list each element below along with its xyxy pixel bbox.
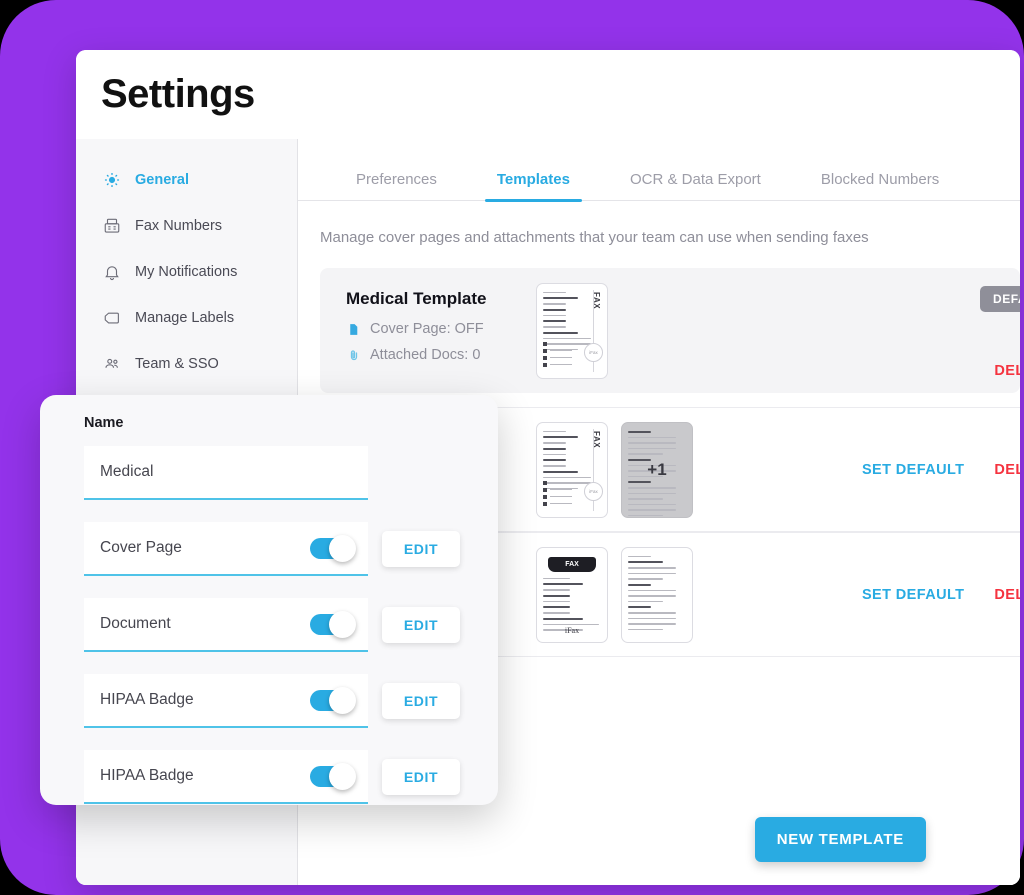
- fax-badge: FAX: [548, 556, 596, 572]
- hipaa-badge-label: HIPAA Badge: [100, 767, 194, 784]
- template-thumbnails: FAX iFax: [536, 421, 693, 518]
- hipaa-badge-row-1: HIPAA Badge EDIT: [84, 674, 498, 728]
- tab-preferences[interactable]: Preferences: [326, 171, 467, 200]
- template-attached-docs-meta: Attached Docs: 0: [346, 347, 536, 364]
- fax-word-mark: FAX: [592, 291, 601, 309]
- sidebar-item-fax-numbers[interactable]: Fax Numbers: [76, 203, 297, 249]
- sidebar-item-label: General: [135, 172, 189, 188]
- sidebar-item-label: My Notifications: [135, 264, 238, 280]
- name-input[interactable]: Medical: [84, 446, 368, 500]
- cover-page-label: Cover Page: OFF: [370, 321, 484, 337]
- template-actions: SET DEFAULT DELETE: [862, 587, 1020, 603]
- edit-hipaa-badge-button[interactable]: EDIT: [382, 683, 460, 719]
- delete-button[interactable]: DELETE: [994, 363, 1020, 379]
- edit-document-button[interactable]: EDIT: [382, 607, 460, 643]
- cover-page-row: Cover Page EDIT: [84, 522, 498, 576]
- name-input-value: Medical: [100, 463, 154, 480]
- sidebar-item-label: Fax Numbers: [135, 218, 223, 234]
- template-actions: SET DEFAULT DELETE: [862, 462, 1020, 478]
- attachment-thumbnail[interactable]: [621, 546, 693, 643]
- document-field: Document: [84, 598, 368, 652]
- template-info: Medical Template Cover Page: OFF Attache…: [346, 289, 536, 373]
- sidebar-item-label: Manage Labels: [135, 310, 235, 326]
- set-default-button[interactable]: SET DEFAULT: [862, 462, 964, 478]
- edit-hipaa-badge-button[interactable]: EDIT: [382, 759, 460, 795]
- tab-blocked-numbers[interactable]: Blocked Numbers: [791, 171, 969, 200]
- sidebar-item-label: Team & SSO: [135, 356, 219, 372]
- cover-page-thumbnail[interactable]: FAX iFax: [536, 546, 608, 643]
- app-header: Settings: [76, 50, 1020, 139]
- hipaa-badge-field: HIPAA Badge: [84, 674, 368, 728]
- toggle-knob: [329, 534, 356, 562]
- fax-word-mark: FAX: [592, 430, 601, 448]
- tag-icon: [102, 309, 121, 328]
- cover-page-label: Cover Page: [100, 539, 182, 556]
- thumbnail-checklist: [543, 341, 572, 370]
- tab-ocr-data-export[interactable]: OCR & Data Export: [600, 171, 791, 200]
- template-thumbnails: FAX iFax: [536, 282, 608, 379]
- hipaa-badge-row-2: HIPAA Badge EDIT: [84, 750, 498, 804]
- fax-machine-icon: [102, 217, 121, 236]
- new-template-button[interactable]: NEW TEMPLATE: [754, 816, 926, 862]
- tab-description: Manage cover pages and attachments that …: [298, 201, 1020, 268]
- cover-page-toggle[interactable]: [310, 534, 356, 562]
- name-field-row: Medical: [84, 446, 498, 500]
- sidebar-item-my-notifications[interactable]: My Notifications: [76, 249, 297, 295]
- template-name: Medical Template: [346, 288, 487, 308]
- content-footer: NEW TEMPLATE: [298, 793, 1020, 885]
- delete-button[interactable]: DELETE: [994, 587, 1020, 603]
- document-label: Document: [100, 615, 171, 632]
- attachment-thumbnail[interactable]: +1: [621, 421, 693, 518]
- ifax-logo: iFax: [564, 625, 580, 635]
- paperclip-icon: [346, 347, 361, 364]
- hipaa-badge-toggle[interactable]: [310, 686, 356, 714]
- cover-page-thumbnail[interactable]: FAX iFax: [536, 421, 608, 518]
- document-icon: [346, 321, 361, 338]
- sidebar-item-general[interactable]: General: [76, 157, 297, 203]
- edit-cover-page-button[interactable]: EDIT: [382, 531, 460, 567]
- hipaa-badge-toggle[interactable]: [310, 762, 356, 790]
- toggle-knob: [329, 762, 356, 790]
- people-icon: [102, 355, 121, 374]
- cover-page-thumbnail[interactable]: FAX iFax: [536, 282, 608, 379]
- delete-button[interactable]: DELETE: [994, 462, 1020, 478]
- attached-docs-label: Attached Docs: 0: [370, 347, 481, 363]
- template-edit-panel: Name Medical Cover Page EDIT Document ED…: [40, 395, 498, 805]
- thumbnail-text-lines: [628, 555, 676, 635]
- default-badge: DEFAULT: [980, 286, 1020, 312]
- thumbnail-checklist: [543, 480, 572, 509]
- template-cover-page-meta: Cover Page: OFF: [346, 321, 536, 338]
- tab-templates[interactable]: Templates: [467, 171, 600, 202]
- hipaa-badge-field: HIPAA Badge: [84, 750, 368, 804]
- template-thumbnails: FAX iFax: [536, 546, 693, 643]
- document-row: Document EDIT: [84, 598, 498, 652]
- set-default-button[interactable]: SET DEFAULT: [862, 587, 964, 603]
- ifax-seal: iFax: [584, 342, 603, 362]
- toggle-knob: [329, 686, 356, 714]
- sidebar-item-team-sso[interactable]: Team & SSO: [76, 341, 297, 387]
- toggle-knob: [329, 610, 356, 638]
- template-card[interactable]: Medical Template Cover Page: OFF Attache…: [320, 268, 1020, 393]
- ifax-seal: iFax: [584, 481, 603, 501]
- cover-page-field: Cover Page: [84, 522, 368, 576]
- hipaa-badge-label: HIPAA Badge: [100, 691, 194, 708]
- extra-pages-count: +1: [647, 459, 667, 479]
- bell-icon: [102, 263, 121, 282]
- document-toggle[interactable]: [310, 610, 356, 638]
- sidebar-item-manage-labels[interactable]: Manage Labels: [76, 295, 297, 341]
- page-title: Settings: [101, 72, 255, 116]
- gear-icon: [102, 171, 121, 190]
- tab-bar: Preferences Templates OCR & Data Export …: [298, 139, 1020, 202]
- name-field-label: Name: [84, 415, 124, 431]
